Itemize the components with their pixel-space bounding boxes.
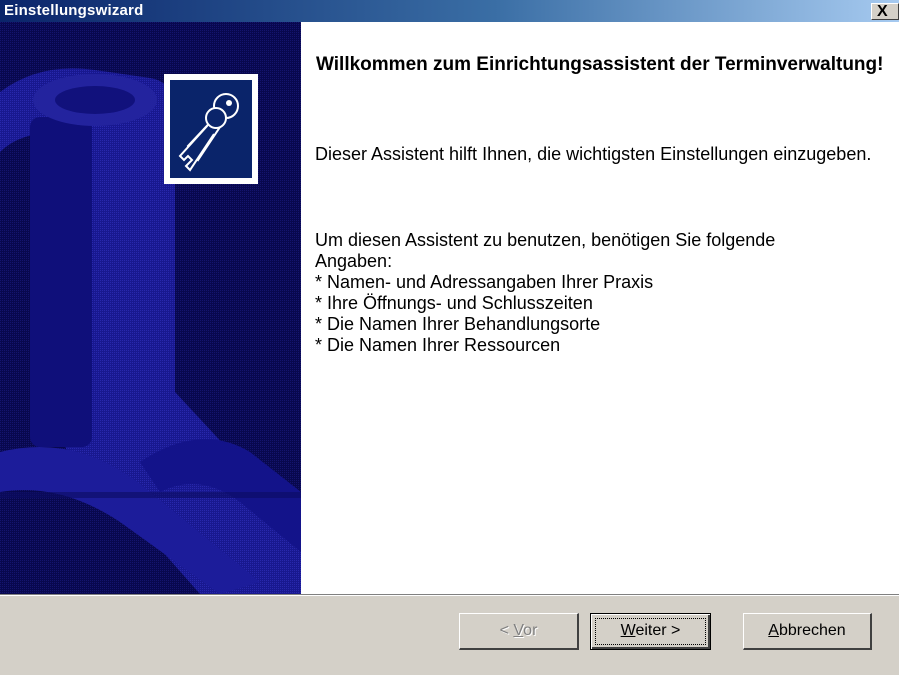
cancel-button[interactable]: Abbrechen xyxy=(743,613,872,650)
next-button-label: Weiter > xyxy=(620,622,681,639)
requirement-item: * Ihre Öffnungs- und Schlusszeiten xyxy=(315,293,593,313)
back-button[interactable]: < Vor xyxy=(459,613,579,650)
separator xyxy=(0,594,899,596)
back-button-label: < Vor xyxy=(499,622,538,639)
close-icon: X xyxy=(877,3,888,20)
close-button[interactable]: X xyxy=(871,3,899,20)
next-button[interactable]: Weiter > xyxy=(590,613,711,650)
wizard-content: Willkommen zum Einrichtungsassistent der… xyxy=(301,22,899,594)
welcome-heading: Willkommen zum Einrichtungsassistent der… xyxy=(316,54,884,75)
window-title: Einstellungswizard xyxy=(4,2,144,19)
cancel-button-label: Abbrechen xyxy=(768,622,846,639)
requirements-intro: Um diesen Assistent zu benutzen, benötig… xyxy=(315,230,776,271)
requirement-item: * Namen- und Adressangaben Ihrer Praxis xyxy=(315,272,654,292)
requirement-item: * Die Namen Ihrer Ressourcen xyxy=(315,335,561,355)
keys-icon xyxy=(164,74,258,184)
wizard-banner xyxy=(0,22,301,594)
requirement-item: * Die Namen Ihrer Behandlungsorte xyxy=(315,314,601,334)
title-bar[interactable]: Einstellungswizard X xyxy=(0,0,899,22)
intro-text: Dieser Assistent hilft Ihnen, die wichti… xyxy=(315,144,872,164)
